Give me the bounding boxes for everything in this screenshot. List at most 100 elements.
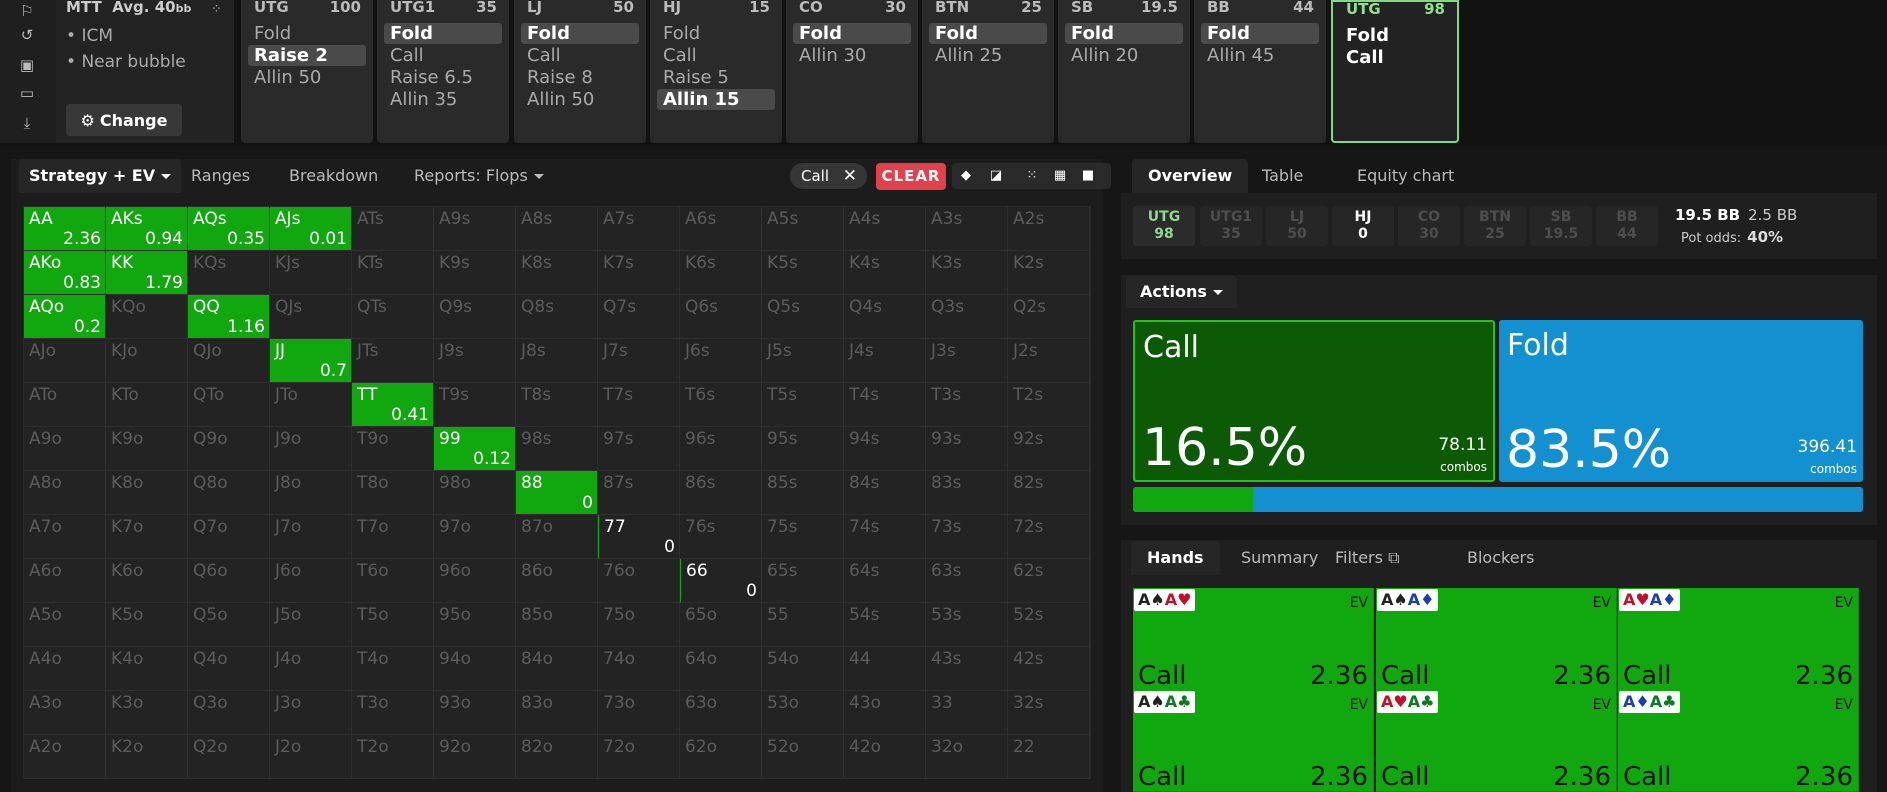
matrix-cell[interactable]: T2s <box>1008 383 1090 427</box>
matrix-cell[interactable]: J4s <box>844 339 926 383</box>
matrix-cell[interactable]: K2o <box>106 735 188 779</box>
matrix-cell[interactable]: 87s <box>598 471 680 515</box>
tab-hands[interactable]: Hands <box>1131 541 1220 575</box>
position-summary-lj[interactable]: LJ 50 <box>1266 206 1328 246</box>
matrix-cell[interactable]: 44 <box>844 647 926 691</box>
tab-strategy-ev[interactable]: Strategy + EV <box>19 159 182 193</box>
position-action[interactable]: Allin 20 <box>1065 45 1183 66</box>
matrix-cell[interactable]: 98s <box>516 427 598 471</box>
matrix-cell[interactable]: K6s <box>680 251 762 295</box>
matrix-cell[interactable]: 62o <box>680 735 762 779</box>
position-action[interactable]: Call <box>384 45 502 66</box>
matrix-cell[interactable]: T8o <box>352 471 434 515</box>
matrix-cell[interactable]: 64s <box>844 559 926 603</box>
align-icon[interactable]: ⤓ <box>17 114 37 132</box>
position-action[interactable]: Fold <box>521 23 639 44</box>
hand-card[interactable]: A♦A♣ EV Call 2.36 <box>1618 690 1859 792</box>
matrix-cell[interactable]: 75o <box>598 603 680 647</box>
tab-overview[interactable]: Overview <box>1132 159 1249 193</box>
matrix-cell[interactable]: KQo <box>106 295 188 339</box>
matrix-cell[interactable]: QQ 1.16 <box>188 295 270 339</box>
actions-dropdown[interactable]: Actions <box>1126 276 1237 308</box>
position-action[interactable]: Fold <box>1065 23 1183 44</box>
matrix-cell[interactable]: K8s <box>516 251 598 295</box>
tab-summary[interactable]: Summary <box>1225 541 1334 575</box>
tab-ranges[interactable]: Ranges <box>181 159 260 193</box>
position-action[interactable]: Allin 35 <box>384 89 502 110</box>
matrix-cell[interactable]: Q9o <box>188 427 270 471</box>
matrix-cell[interactable]: J8o <box>270 471 352 515</box>
matrix-cell[interactable]: 43o <box>844 691 926 735</box>
matrix-cell[interactable]: K4s <box>844 251 926 295</box>
matrix-cell[interactable]: Q3s <box>926 295 1008 339</box>
position-action[interactable]: Call <box>521 45 639 66</box>
matrix-cell[interactable]: 99 0.12 <box>434 427 516 471</box>
matrix-cell[interactable]: 52s <box>1008 603 1090 647</box>
fold-action-box[interactable]: Fold 83.5% 396.41 combos <box>1499 320 1863 482</box>
matrix-cell[interactable]: J8s <box>516 339 598 383</box>
position-action[interactable]: Fold <box>1340 25 1458 46</box>
matrix-cell[interactable]: 82o <box>516 735 598 779</box>
matrix-cell[interactable]: AKs 0.94 <box>106 207 188 251</box>
matrix-cell[interactable]: Q8o <box>188 471 270 515</box>
matrix-cell[interactable]: 94o <box>434 647 516 691</box>
bookmark-icon[interactable]: ⚐ <box>17 2 37 20</box>
matrix-cell[interactable]: J2s <box>1008 339 1090 383</box>
matrix-cell[interactable]: J5o <box>270 603 352 647</box>
matrix-cell[interactable]: K5s <box>762 251 844 295</box>
matrix-cell[interactable]: J3o <box>270 691 352 735</box>
matrix-cell[interactable]: 54o <box>762 647 844 691</box>
filter-chip[interactable]: Call ✕ <box>790 163 867 189</box>
clear-button[interactable]: CLEAR <box>876 163 946 190</box>
position-action[interactable]: Fold <box>248 23 366 44</box>
position-action[interactable]: Allin 50 <box>248 67 366 88</box>
matrix-cell[interactable]: Q7s <box>598 295 680 339</box>
matrix-cell[interactable]: 84o <box>516 647 598 691</box>
matrix-cell[interactable]: J7o <box>270 515 352 559</box>
matrix-cell[interactable]: 88 0 <box>516 471 598 515</box>
matrix-cell[interactable]: 85s <box>762 471 844 515</box>
matrix-cell[interactable]: QJs <box>270 295 352 339</box>
save-icon[interactable]: ▣ <box>17 56 37 74</box>
matrix-cell[interactable]: Q7o <box>188 515 270 559</box>
matrix-cell[interactable]: J4o <box>270 647 352 691</box>
matrix-cell[interactable]: 32o <box>926 735 1008 779</box>
matrix-cell[interactable]: 94s <box>844 427 926 471</box>
matrix-cell[interactable]: A7o <box>24 515 106 559</box>
position-action[interactable]: Raise 6.5 <box>384 67 502 88</box>
matrix-cell[interactable]: A3s <box>926 207 1008 251</box>
matrix-cell[interactable]: 32s <box>1008 691 1090 735</box>
contrast-icon[interactable]: ◪ <box>982 163 1010 189</box>
gamepad-icon[interactable]: ▭ <box>17 84 37 102</box>
matrix-cell[interactable]: Q3o <box>188 691 270 735</box>
matrix-cell[interactable]: QJo <box>188 339 270 383</box>
matrix-cell[interactable]: 92o <box>434 735 516 779</box>
matrix-cell[interactable]: 33 <box>926 691 1008 735</box>
hand-card[interactable]: A♠A♣ EV Call 2.36 <box>1133 690 1374 792</box>
matrix-cell[interactable]: A6s <box>680 207 762 251</box>
matrix-cell[interactable]: 65o <box>680 603 762 647</box>
matrix-cell[interactable]: AA 2.36 <box>24 207 106 251</box>
matrix-cell[interactable]: KTo <box>106 383 188 427</box>
matrix-cell[interactable]: 63o <box>680 691 762 735</box>
matrix-cell[interactable]: K8o <box>106 471 188 515</box>
position-action[interactable]: Allin 25 <box>929 45 1047 66</box>
matrix-cell[interactable]: Q4s <box>844 295 926 339</box>
matrix-cell[interactable]: K9s <box>434 251 516 295</box>
matrix-cell[interactable]: T8s <box>516 383 598 427</box>
matrix-cell[interactable]: 77 0 <box>598 515 680 559</box>
matrix-cell[interactable]: K7o <box>106 515 188 559</box>
matrix-cell[interactable]: 63s <box>926 559 1008 603</box>
matrix-cell[interactable]: AQs 0.35 <box>188 207 270 251</box>
matrix-cell[interactable]: 72o <box>598 735 680 779</box>
matrix-cell[interactable]: 87o <box>516 515 598 559</box>
matrix-cell[interactable]: 62s <box>1008 559 1090 603</box>
tab-blockers[interactable]: Blockers <box>1451 541 1550 575</box>
matrix-cell[interactable]: 66 0 <box>680 559 762 603</box>
matrix-cell[interactable]: T7o <box>352 515 434 559</box>
matrix-cell[interactable]: Q4o <box>188 647 270 691</box>
matrix-cell[interactable]: 54s <box>844 603 926 647</box>
matrix-cell[interactable]: JTs <box>352 339 434 383</box>
matrix-cell[interactable]: A8o <box>24 471 106 515</box>
matrix-cell[interactable]: T4s <box>844 383 926 427</box>
